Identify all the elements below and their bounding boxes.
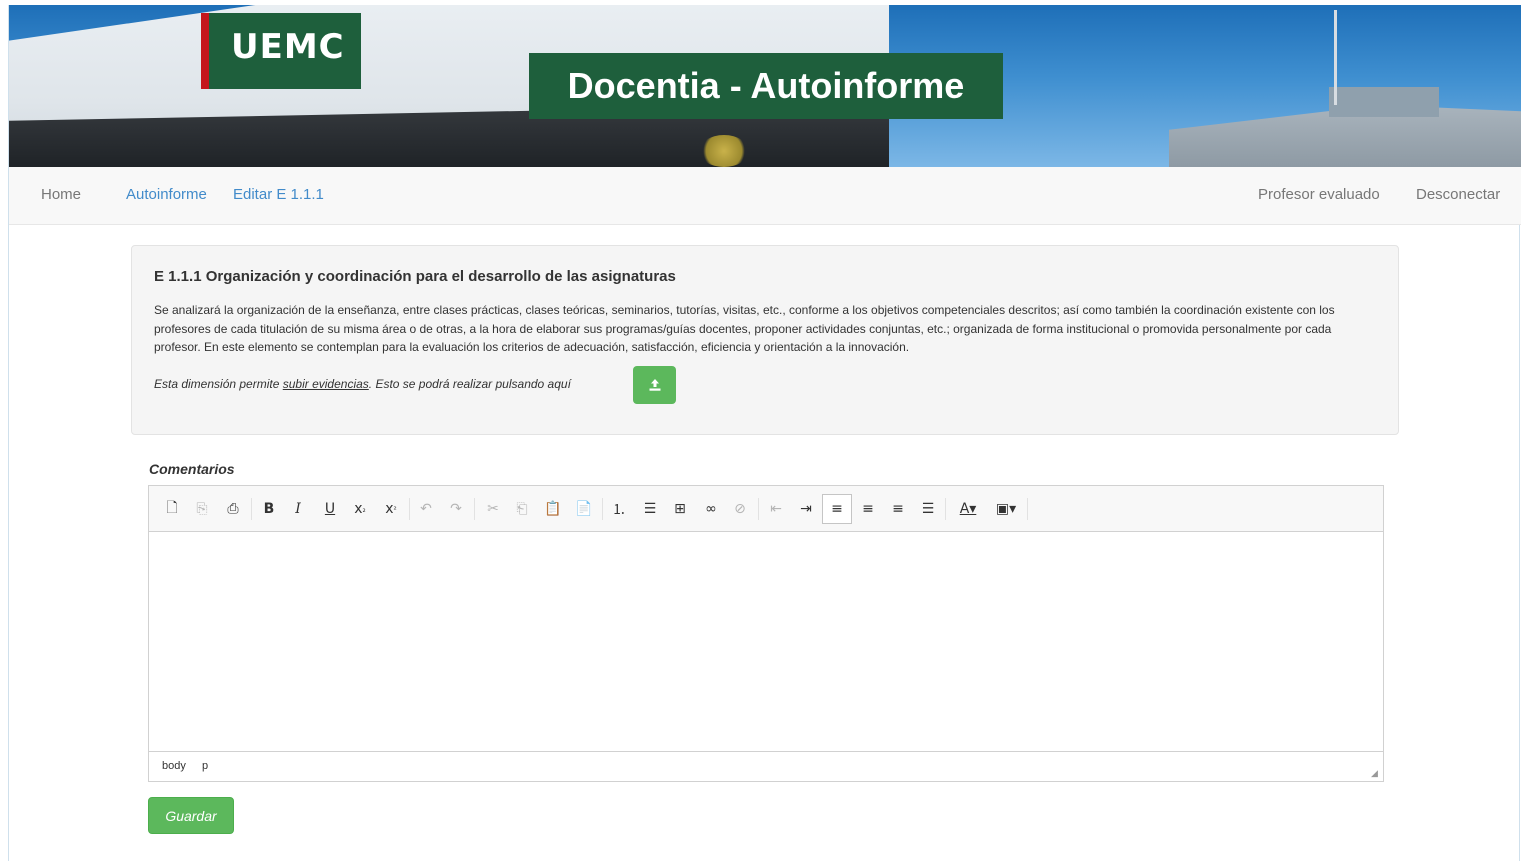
toolbar-separator: [474, 498, 475, 520]
page-title-box: Docentia - Autoinforme: [529, 53, 1003, 119]
note-prefix: Esta dimensión permite: [154, 377, 283, 391]
panel-heading: E 1.1.1 Organización y coordinación para…: [154, 268, 676, 285]
toolbar-separator: [409, 498, 410, 520]
logo-text: UEMC: [231, 27, 345, 67]
path-p[interactable]: p: [202, 760, 208, 772]
toolbar-separator: [251, 498, 252, 520]
toolbar-separator: [602, 498, 603, 520]
superscript-icon[interactable]: x²: [380, 499, 402, 519]
rich-text-editor: 🗋 ⎘ ⎙ B I U x₂ x² ↶ ↷ ✂ ⎗ 📋 📄 ⒈ ☰ ⊞ ∞ ⊘ …: [148, 485, 1384, 782]
panel-description: Se analizará la organización de la enseñ…: [154, 303, 1335, 354]
uemc-logo: UEMC: [201, 13, 361, 89]
path-body[interactable]: body: [162, 760, 186, 772]
bullet-list-icon[interactable]: ☰: [639, 499, 661, 519]
new-document-icon[interactable]: 🗋: [161, 499, 183, 519]
editor-content-area[interactable]: [149, 532, 1383, 751]
unlink-icon[interactable]: ⊘: [729, 499, 751, 519]
cut-icon[interactable]: ✂: [482, 499, 504, 519]
text-color-icon[interactable]: A▾: [953, 499, 983, 519]
bold-icon[interactable]: B: [258, 499, 280, 519]
link-icon[interactable]: ∞: [700, 499, 722, 519]
nav-desconectar-link[interactable]: Desconectar: [1416, 186, 1500, 203]
nav-profesor-link[interactable]: Profesor evaluado: [1258, 186, 1380, 203]
note-link: subir evidencias: [282, 377, 369, 391]
upload-icon: [649, 379, 660, 391]
evidence-note: Esta dimensión permite subir evidencias.…: [154, 377, 571, 391]
info-panel: E 1.1.1 Organización y coordinación para…: [131, 245, 1399, 435]
toolbar-separator: [758, 498, 759, 520]
building-right-top: [1329, 87, 1439, 117]
breadcrumb-autoinforme[interactable]: Autoinforme: [126, 186, 207, 203]
toolbar-separator: [945, 498, 946, 520]
background-color-icon[interactable]: ▣▾: [991, 499, 1021, 519]
paste-text-icon[interactable]: 📄: [573, 499, 595, 519]
align-left-icon[interactable]: ≡: [822, 494, 852, 524]
resize-handle-icon[interactable]: ◢: [1371, 769, 1379, 778]
page-frame: UEMC Docentia - Autoinforme Home Autoinf…: [8, 5, 1521, 861]
align-center-icon[interactable]: ≡: [857, 499, 879, 519]
page-title: Docentia - Autoinforme: [567, 65, 965, 106]
copy-icon[interactable]: ⎗: [511, 499, 533, 519]
undo-icon[interactable]: ↶: [415, 499, 437, 519]
tree-image: [699, 135, 749, 167]
editor-toolbar: 🗋 ⎘ ⎙ B I U x₂ x² ↶ ↷ ✂ ⎗ 📋 📄 ⒈ ☰ ⊞ ∞ ⊘ …: [149, 486, 1383, 532]
table-icon[interactable]: ⊞: [669, 499, 691, 519]
comments-label: Comentarios: [149, 461, 235, 477]
underline-icon[interactable]: U: [319, 499, 341, 519]
lamp-post: [1334, 10, 1337, 105]
editor-statusbar: body p ◢: [149, 751, 1383, 781]
navbar: Home Autoinforme Editar E 1.1.1 Profesor…: [9, 167, 1521, 225]
header-banner: UEMC Docentia - Autoinforme: [9, 5, 1521, 167]
breadcrumb-editar[interactable]: Editar E 1.1.1: [233, 186, 324, 203]
print-icon[interactable]: ⎙: [222, 499, 244, 519]
justify-icon[interactable]: ☰: [917, 499, 939, 519]
upload-evidence-button[interactable]: [633, 366, 676, 404]
numbered-list-icon[interactable]: ⒈: [608, 499, 630, 519]
paste-icon[interactable]: 📋: [542, 499, 564, 519]
redo-icon[interactable]: ↷: [445, 499, 467, 519]
subscript-icon[interactable]: x₂: [349, 499, 371, 519]
save-button[interactable]: Guardar: [148, 797, 234, 834]
italic-icon[interactable]: I: [287, 499, 309, 519]
note-suffix: . Esto se podrá realizar pulsando aquí: [368, 377, 571, 391]
preview-icon[interactable]: ⎘: [191, 499, 213, 519]
indent-icon[interactable]: ⇥: [795, 499, 817, 519]
toolbar-separator: [1027, 498, 1028, 520]
outdent-icon[interactable]: ⇤: [765, 499, 787, 519]
align-right-icon[interactable]: ≡: [887, 499, 909, 519]
nav-home-link[interactable]: Home: [41, 186, 81, 203]
